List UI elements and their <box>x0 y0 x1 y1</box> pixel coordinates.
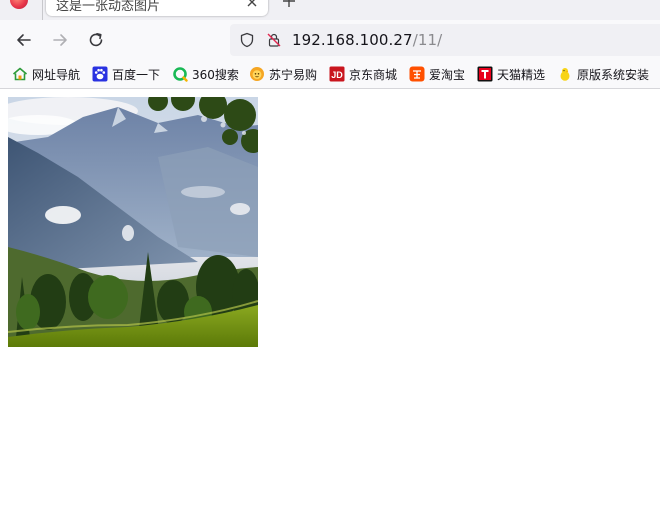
house-icon <box>12 67 28 81</box>
address-bar[interactable]: 192.168.100.27/11/ <box>230 24 660 56</box>
bookmark-label: 京东商城 <box>349 67 398 82</box>
navigation-bar: 192.168.100.27/11/ <box>0 20 660 60</box>
landscape-image <box>8 97 258 347</box>
taobao-icon <box>409 66 425 82</box>
url-host: 192.168.100.27 <box>292 31 413 49</box>
browser-logo-icon <box>10 0 28 9</box>
reload-icon[interactable] <box>86 30 106 50</box>
bookmark-label: 苏宁易购 <box>269 67 318 82</box>
close-icon[interactable] <box>244 0 260 10</box>
bookmark-item[interactable]: 天猫精选 <box>477 65 545 83</box>
bookmark-label: 360搜索 <box>192 67 239 82</box>
bookmark-label: 爱淘宝 <box>429 67 466 82</box>
tab-strip: 这是一张动态图片 <box>0 0 660 20</box>
insecure-lock-icon[interactable] <box>266 32 282 48</box>
chick-icon <box>560 68 570 81</box>
plus-icon[interactable] <box>282 0 296 8</box>
url-path: /11/ <box>412 31 443 49</box>
bookmark-item[interactable]: 苏宁易购 <box>249 65 317 83</box>
bookmark-item[interactable]: 爱淘宝 <box>409 65 465 83</box>
shield-icon[interactable] <box>239 32 255 48</box>
bookmarks-toolbar: 网址导航 百度一下 360搜索 苏宁易购 JD 京东商城 爱淘宝 天猫精选 原版… <box>0 60 660 89</box>
jd-icon: JD <box>329 66 345 82</box>
bookmark-label: 网址导航 <box>32 67 81 82</box>
arrow-left-icon[interactable] <box>14 30 34 50</box>
bookmark-label: 原版系统安装 <box>577 67 650 82</box>
360-search-icon <box>173 67 188 82</box>
active-tab[interactable]: 这是一张动态图片 <box>46 0 268 16</box>
suning-lion-icon <box>250 67 264 81</box>
page-content <box>0 89 660 507</box>
bookmark-item[interactable]: 原版系统安装 <box>557 65 649 83</box>
tab-separator <box>42 0 43 20</box>
svg-text:JD: JD <box>331 70 343 80</box>
arrow-right-icon[interactable] <box>50 30 70 50</box>
bookmark-label: 百度一下 <box>112 67 161 82</box>
tmall-icon <box>477 66 493 82</box>
bookmark-item[interactable]: 网址导航 <box>12 65 80 83</box>
baidu-paw-icon <box>92 66 108 82</box>
tab-title: 这是一张动态图片 <box>56 0 161 14</box>
url-text[interactable]: 192.168.100.27/11/ <box>292 31 442 49</box>
bookmark-item[interactable]: 百度一下 <box>92 65 160 83</box>
bookmark-label: 天猫精选 <box>497 67 546 82</box>
bookmark-item[interactable]: JD 京东商城 <box>329 65 397 83</box>
bookmark-item[interactable]: 360搜索 <box>172 65 239 83</box>
